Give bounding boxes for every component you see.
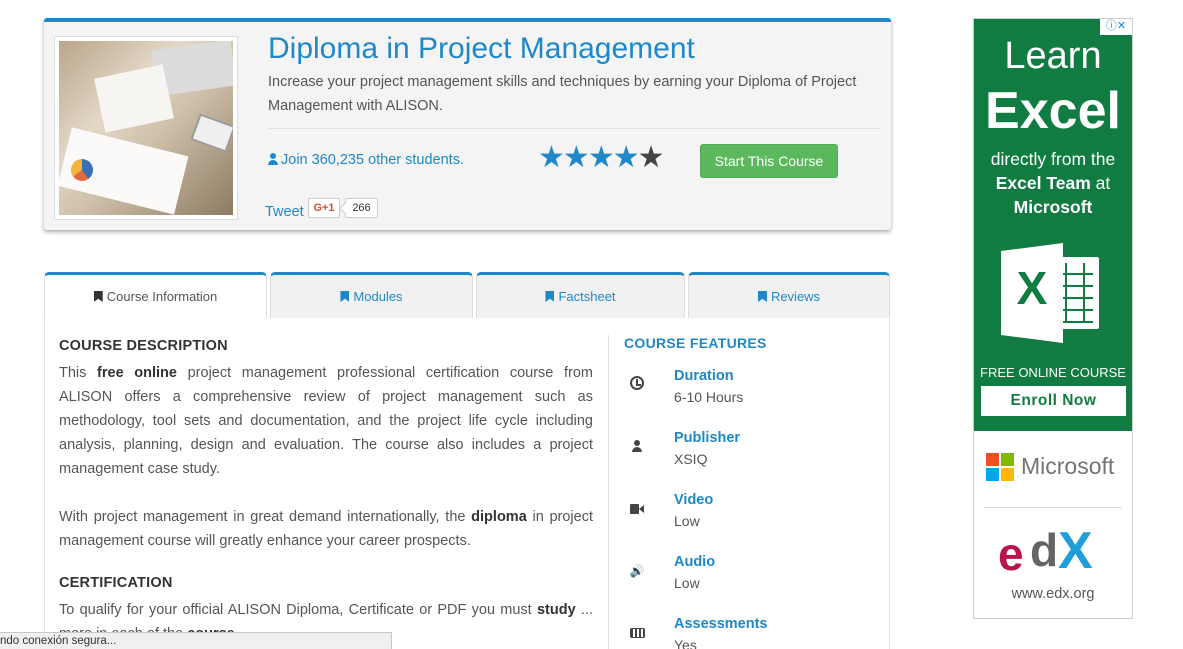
user-icon bbox=[628, 438, 646, 456]
feature-value: Yes bbox=[674, 637, 697, 649]
star-icon: ★ bbox=[587, 141, 615, 174]
feature-value: 6-10 Hours bbox=[674, 389, 744, 405]
ad-divider bbox=[984, 507, 1122, 508]
description-paragraph-2: With project management in great demand … bbox=[59, 509, 593, 549]
feature-label: Assessments bbox=[674, 616, 768, 632]
edx-url[interactable]: www.edx.org bbox=[974, 586, 1132, 602]
clock-icon bbox=[628, 376, 646, 394]
speaker-icon: 🔊 bbox=[629, 564, 645, 578]
description-heading: COURSE DESCRIPTION bbox=[59, 338, 228, 354]
star-icon: ★ bbox=[562, 141, 590, 174]
column-divider bbox=[608, 335, 609, 649]
tweet-button[interactable]: Tweet bbox=[265, 204, 304, 220]
ad-enroll-button[interactable]: Enroll Now bbox=[981, 386, 1126, 416]
edx-logo-icon: edX bbox=[998, 522, 1093, 580]
excel-logo-icon: X bbox=[1001, 243, 1103, 343]
video-camera-icon bbox=[628, 500, 646, 518]
header-divider bbox=[268, 128, 880, 129]
feature-value: XSIQ bbox=[674, 451, 708, 467]
bookmark-icon bbox=[93, 291, 103, 302]
browser-status-bar: ndo conexión segura... bbox=[0, 632, 392, 649]
feature-label: Video bbox=[674, 492, 714, 508]
rating-stars: ★★★★★ bbox=[538, 140, 665, 175]
tab-label: Modules bbox=[353, 289, 403, 304]
ad-learn-text: Learn bbox=[1004, 35, 1102, 77]
star-icon: ★ bbox=[538, 141, 565, 174]
ad-line-2: Excel Team at bbox=[995, 173, 1111, 193]
tab-label: Reviews bbox=[770, 289, 821, 304]
features-title: COURSE FEATURES bbox=[624, 335, 767, 351]
feature-label: Audio bbox=[674, 554, 716, 570]
description-paragraph-1: This free online project management prof… bbox=[59, 365, 593, 477]
ad-excel-text: Excel bbox=[985, 82, 1121, 140]
course-title: Diploma in Project Management bbox=[268, 32, 695, 65]
tab-modules[interactable]: Modules bbox=[270, 272, 473, 319]
course-header-card: Diploma in Project Management Increase y… bbox=[44, 18, 891, 230]
star-empty-icon: ★ bbox=[637, 141, 665, 174]
tab-course-information[interactable]: Course Information bbox=[44, 272, 267, 320]
ad-excel-banner[interactable]: Learn Excel directly from the Excel Team… bbox=[974, 19, 1132, 431]
feature-value: Low bbox=[674, 513, 700, 529]
course-thumbnail[interactable] bbox=[54, 36, 238, 220]
certification-heading: CERTIFICATION bbox=[59, 575, 173, 591]
start-course-button[interactable]: Start This Course bbox=[700, 144, 838, 178]
ad-line-3: Microsoft bbox=[1013, 197, 1093, 217]
microsoft-logo-icon bbox=[986, 453, 1014, 481]
microsoft-text: Microsoft bbox=[1021, 453, 1115, 479]
tab-label: Factsheet bbox=[558, 289, 616, 304]
tab-reviews[interactable]: Reviews bbox=[688, 272, 890, 319]
tab-label: Course Information bbox=[106, 289, 218, 304]
feature-label: Publisher bbox=[674, 430, 741, 446]
join-students-link[interactable]: Join 360,235 other students. bbox=[268, 152, 464, 168]
feature-value: Low bbox=[674, 575, 700, 591]
ad-choices-close-icon[interactable]: ⓘ✕ bbox=[1100, 19, 1132, 35]
star-icon: ★ bbox=[612, 141, 640, 174]
google-plus-count: 266 bbox=[345, 198, 378, 218]
advertisement[interactable]: Learn Excel directly from the Excel Team… bbox=[973, 18, 1133, 619]
join-students-text: Join 360,235 other students. bbox=[281, 152, 464, 168]
course-image bbox=[59, 41, 233, 215]
course-subtitle: Increase your project management skills … bbox=[268, 74, 857, 114]
bookmark-icon bbox=[757, 291, 767, 302]
user-icon bbox=[268, 153, 278, 165]
course-description: COURSE DESCRIPTION This free online proj… bbox=[59, 338, 593, 646]
keyboard-icon bbox=[628, 624, 646, 642]
ad-free-course-text: FREE ONLINE COURSE bbox=[980, 365, 1126, 380]
bookmark-icon bbox=[340, 291, 350, 302]
tab-factsheet[interactable]: Factsheet bbox=[476, 272, 685, 319]
ad-line-1: directly from the bbox=[990, 149, 1116, 169]
bookmark-icon bbox=[545, 291, 555, 302]
google-plus-button[interactable]: G+1 bbox=[308, 198, 340, 218]
feature-label: Duration bbox=[674, 368, 734, 384]
